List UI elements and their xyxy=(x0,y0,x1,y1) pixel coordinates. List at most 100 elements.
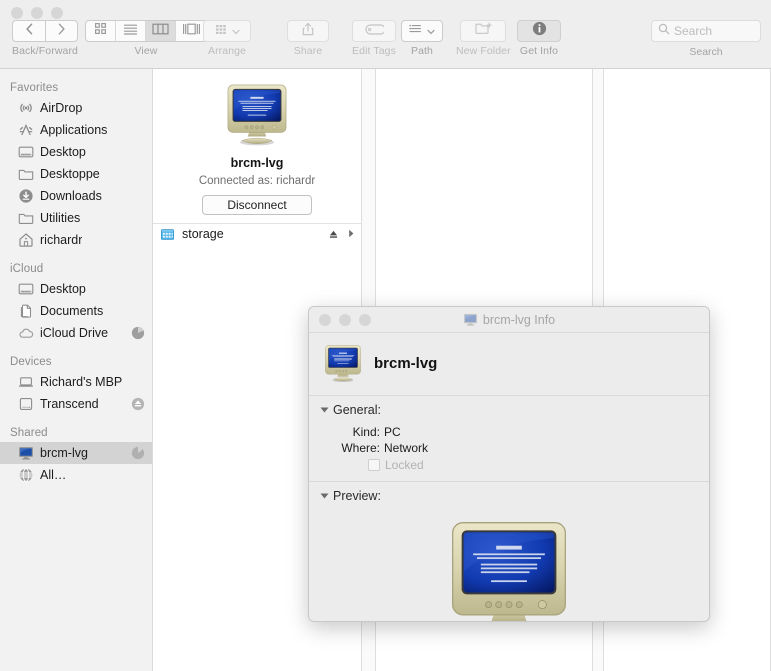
info-minimize-button[interactable] xyxy=(339,313,351,326)
folder-icon xyxy=(18,166,34,182)
finder-toolbar: Back/Forward View Arrange Share Edit Tag… xyxy=(0,0,771,69)
preview-disclosure[interactable]: Preview: xyxy=(309,482,709,507)
zoom-button[interactable] xyxy=(51,7,63,19)
sidebar-item-richardr[interactable]: richardr xyxy=(0,229,152,251)
eject-icon[interactable] xyxy=(327,228,340,241)
chevron-right-icon xyxy=(57,22,66,40)
sidebar-item-brcm-lvg[interactable]: brcm-lvg xyxy=(0,442,152,464)
progress-pie-icon[interactable] xyxy=(131,326,145,340)
crt-monitor-pc-icon xyxy=(323,343,363,383)
disclosure-triangle-icon[interactable] xyxy=(320,493,329,499)
share-button[interactable] xyxy=(287,20,329,42)
view-caption: View xyxy=(134,45,158,57)
sidebar-item-documents[interactable]: Documents xyxy=(0,300,152,322)
list-view-button[interactable] xyxy=(116,21,146,41)
path-caption: Path xyxy=(411,45,433,57)
desktop-icon xyxy=(18,144,34,160)
locked-row[interactable]: Locked xyxy=(368,458,709,472)
chevron-down-icon xyxy=(231,22,240,40)
search-field[interactable] xyxy=(651,20,761,42)
list-item-storage[interactable]: storage xyxy=(153,224,361,244)
path-button[interactable] xyxy=(401,20,443,42)
sidebar-item-label: Desktop xyxy=(40,282,86,296)
kind-key: Kind: xyxy=(352,425,380,439)
get-info-caption: Get Info xyxy=(519,45,559,57)
sidebar-item-transcend[interactable]: Transcend xyxy=(0,393,152,415)
general-section: General: Kind: PC Where: Network Locked xyxy=(309,396,709,482)
sidebar-item-label: All… xyxy=(40,468,67,482)
applications-icon xyxy=(18,122,34,138)
sidebar-item-label: Desktoppe xyxy=(40,167,100,181)
sidebar-item-icloud-drive[interactable]: iCloud Drive xyxy=(0,322,152,344)
sidebar-item-label: Richard's MBP xyxy=(40,375,123,389)
globe-icon xyxy=(18,467,34,483)
sidebar-section-devices-header: Devices xyxy=(10,356,52,368)
kind-value: PC xyxy=(384,425,401,439)
share-caption: Share xyxy=(293,45,323,57)
path-group: Path xyxy=(401,20,443,57)
info-traffic-lights xyxy=(319,313,371,326)
info-close-button[interactable] xyxy=(319,313,331,326)
info-circle-icon xyxy=(532,21,547,41)
list-item-label: storage xyxy=(182,227,224,241)
sidebar-item-desktop[interactable]: Desktop xyxy=(0,141,152,163)
network-share-icon xyxy=(160,227,175,242)
sidebar-item-airdrop[interactable]: AirDrop xyxy=(0,97,152,119)
share-up-arrow-icon xyxy=(302,22,314,41)
info-window[interactable]: brcm-lvg Info brcm-lvg General: Kind: PC… xyxy=(308,306,710,622)
harddisk-icon xyxy=(18,396,34,412)
path-list-icon xyxy=(409,22,424,40)
back-forward-caption: Back/Forward xyxy=(12,45,78,57)
eject-icon[interactable] xyxy=(131,397,145,411)
finder-sidebar[interactable]: Favorites AirDrop Applications Desktop D… xyxy=(0,69,153,671)
get-info-button[interactable] xyxy=(517,20,561,42)
general-disclosure[interactable]: General: xyxy=(309,396,709,421)
search-input[interactable] xyxy=(674,24,754,38)
airdrop-icon xyxy=(18,100,34,116)
sidebar-item-downloads[interactable]: Downloads xyxy=(0,185,152,207)
arrange-button[interactable] xyxy=(203,20,251,42)
sidebar-item-label: Downloads xyxy=(40,189,102,203)
progress-pie-icon[interactable] xyxy=(131,446,145,460)
icon-view-button[interactable] xyxy=(86,21,116,41)
info-window-titlebar[interactable]: brcm-lvg Info xyxy=(309,307,709,333)
sidebar-item-label: Transcend xyxy=(40,397,99,411)
sidebar-section-favorites-header: Favorites xyxy=(10,82,59,94)
disconnect-button[interactable]: Disconnect xyxy=(202,195,312,215)
column-view-button[interactable] xyxy=(146,21,176,41)
new-folder-button[interactable] xyxy=(460,20,507,42)
edit-tags-button[interactable] xyxy=(352,20,396,42)
minimize-button[interactable] xyxy=(31,7,43,19)
edit-tags-group: Edit Tags xyxy=(352,20,396,57)
info-zoom-button[interactable] xyxy=(359,313,371,326)
info-header: brcm-lvg xyxy=(309,333,709,396)
gallery-icon xyxy=(182,22,201,40)
sidebar-section-shared-header: Shared xyxy=(10,427,48,439)
where-row: Where: Network xyxy=(322,440,709,456)
chevron-right-icon xyxy=(348,225,355,243)
arrange-grid-icon xyxy=(215,22,229,40)
sidebar-item-label: brcm-lvg xyxy=(40,446,88,460)
sidebar-item-icloud-desktop[interactable]: Desktop xyxy=(0,278,152,300)
sidebar-item-label: richardr xyxy=(40,233,83,247)
sidebar-item-richards-mbp[interactable]: Richard's MBP xyxy=(0,371,152,393)
folder-icon xyxy=(18,210,34,226)
laptop-icon xyxy=(18,374,34,390)
disclosure-triangle-icon[interactable] xyxy=(320,407,329,413)
where-value: Network xyxy=(384,441,429,455)
back-button[interactable] xyxy=(12,20,45,42)
general-fields: Kind: PC Where: Network Locked xyxy=(309,421,709,472)
sidebar-item-utilities[interactable]: Utilities xyxy=(0,207,152,229)
sidebar-item-applications[interactable]: Applications xyxy=(0,119,152,141)
sidebar-item-all[interactable]: All… xyxy=(0,464,152,486)
forward-button[interactable] xyxy=(45,20,78,42)
sidebar-item-desktoppe[interactable]: Desktoppe xyxy=(0,163,152,185)
new-folder-caption: New Folder xyxy=(456,45,511,57)
magnifier-icon xyxy=(658,22,670,40)
sidebar-section-icloud-header: iCloud xyxy=(10,263,44,275)
close-button[interactable] xyxy=(11,7,23,19)
window-traffic-lights xyxy=(11,7,63,19)
gallery-view-button[interactable] xyxy=(176,21,206,41)
preview-section-label: Preview: xyxy=(333,489,381,503)
locked-checkbox[interactable] xyxy=(368,459,380,471)
